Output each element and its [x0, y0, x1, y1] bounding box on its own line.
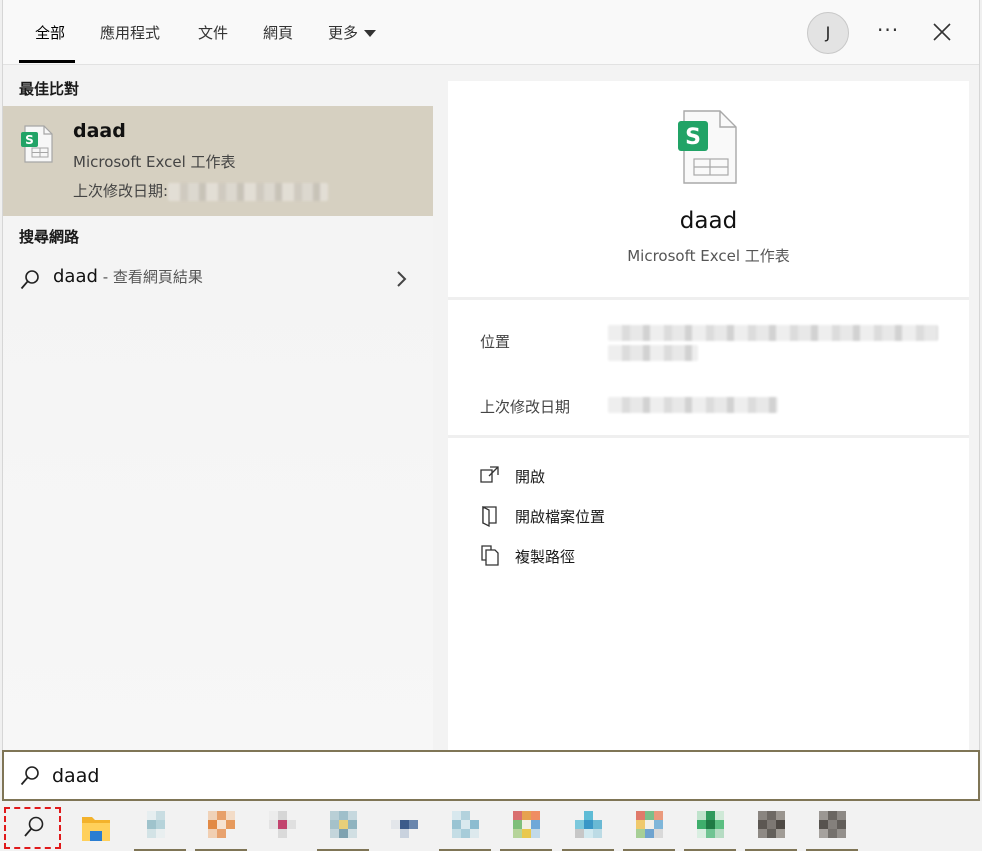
location-value-redacted — [608, 325, 938, 365]
best-match-result[interactable]: S daad Microsoft Excel 工作表 上次修改日期: — [3, 106, 433, 216]
modified-date-value-redacted — [608, 397, 778, 417]
web-result-text: daad - 查看網頁結果 — [53, 266, 203, 287]
search-box[interactable] — [2, 750, 980, 801]
app-icon-pixelated — [330, 811, 358, 843]
web-result-suffix: - 查看網頁結果 — [97, 268, 203, 286]
app-icon-pixelated — [575, 811, 603, 843]
copy-path-action[interactable]: 複製路徑 — [480, 543, 780, 569]
app-icon-pixelated — [758, 811, 786, 843]
taskbar-app-10[interactable] — [684, 805, 736, 851]
preview-header: S daad Microsoft Excel 工作表 — [448, 81, 969, 300]
preview-file-name: daad — [679, 208, 738, 234]
preview-pane: S daad Microsoft Excel 工作表 位置 上次修改日期 開啟 … — [448, 81, 969, 750]
search-icon — [24, 816, 44, 837]
search-input[interactable] — [52, 762, 932, 790]
folder-location-icon — [482, 505, 497, 527]
taskbar-app-8[interactable] — [562, 805, 614, 851]
file-details: 位置 上次修改日期 — [448, 303, 969, 438]
tab-more[interactable]: 更多 — [328, 22, 377, 43]
web-search-result[interactable]: daad - 查看網頁結果 — [3, 262, 433, 298]
taskbar-app-7[interactable] — [500, 805, 552, 851]
copy-path-label: 複製路徑 — [515, 548, 576, 566]
user-avatar[interactable]: J — [807, 12, 849, 54]
app-icon-pixelated — [697, 811, 725, 843]
svg-text:S: S — [685, 125, 701, 150]
web-search-heading: 搜尋網路 — [19, 228, 80, 246]
open-file-location-label: 開啟檔案位置 — [515, 508, 606, 526]
close-icon — [933, 23, 951, 41]
tab-apps[interactable]: 應用程式 — [100, 22, 160, 43]
taskbar-app-2[interactable] — [195, 805, 247, 851]
results-list: 最佳比對 S daad Microsoft Excel 工作表 上次修改日期: — [3, 66, 433, 750]
app-icon-pixelated — [147, 811, 175, 843]
open-action-label: 開啟 — [515, 468, 546, 486]
filter-tab-bar: 全部 應用程式 文件 網頁 更多 J ··· — [3, 0, 979, 65]
best-match-name: daad — [73, 120, 126, 142]
app-icon-pixelated — [391, 811, 419, 843]
location-label: 位置 — [480, 333, 511, 351]
app-icon-pixelated — [819, 811, 847, 843]
tab-documents[interactable]: 文件 — [198, 22, 228, 43]
modified-date-label: 上次修改日期 — [480, 398, 571, 416]
best-match-modified: 上次修改日期: — [73, 180, 329, 201]
app-icon-pixelated — [513, 811, 541, 843]
taskbar-app-1[interactable] — [134, 805, 186, 851]
excel-file-icon: S — [21, 125, 53, 163]
open-icon — [480, 466, 499, 483]
search-panel: 全部 應用程式 文件 網頁 更多 J ··· 最佳比對 S daad Micro… — [2, 0, 980, 750]
redacted-date — [168, 182, 329, 201]
taskbar-app-4[interactable] — [317, 805, 369, 851]
app-icon-pixelated — [452, 811, 480, 843]
app-icon-pixelated — [636, 811, 664, 843]
chevron-right-icon — [397, 271, 407, 287]
folder-icon — [82, 817, 110, 841]
app-icon-pixelated — [269, 811, 297, 843]
windows-search-window: 全部 應用程式 文件 網頁 更多 J ··· 最佳比對 S daad Micro… — [0, 0, 982, 851]
taskbar-file-explorer[interactable] — [70, 805, 122, 851]
taskbar-app-3[interactable] — [256, 805, 308, 851]
modified-label: 上次修改日期: — [73, 182, 169, 200]
best-match-type: Microsoft Excel 工作表 — [73, 153, 236, 171]
copy-path-icon — [481, 545, 499, 566]
taskbar — [0, 801, 982, 851]
taskbar-app-11[interactable] — [745, 805, 797, 851]
tab-all[interactable]: 全部 — [35, 22, 65, 43]
active-tab-indicator — [19, 60, 75, 63]
best-match-heading: 最佳比對 — [19, 80, 80, 98]
taskbar-app-5[interactable] — [378, 805, 430, 851]
close-button[interactable] — [931, 18, 953, 46]
search-icon — [20, 766, 39, 786]
taskbar-app-12[interactable] — [806, 805, 858, 851]
caret-down-icon — [364, 30, 377, 37]
more-options-icon[interactable]: ··· — [877, 18, 899, 42]
open-action[interactable]: 開啟 — [480, 463, 780, 489]
tab-more-label: 更多 — [328, 24, 359, 42]
preview-file-type: Microsoft Excel 工作表 — [627, 247, 790, 265]
tab-web[interactable]: 網頁 — [263, 22, 293, 43]
taskbar-app-9[interactable] — [623, 805, 675, 851]
taskbar-app-6[interactable] — [439, 805, 491, 851]
svg-text:S: S — [25, 133, 34, 147]
web-query: daad — [53, 266, 98, 287]
open-file-location-action[interactable]: 開啟檔案位置 — [480, 503, 780, 529]
search-icon — [20, 270, 39, 290]
app-icon-pixelated — [208, 811, 236, 843]
excel-file-large-icon: S — [678, 110, 737, 184]
taskbar-search-button[interactable] — [4, 807, 61, 849]
